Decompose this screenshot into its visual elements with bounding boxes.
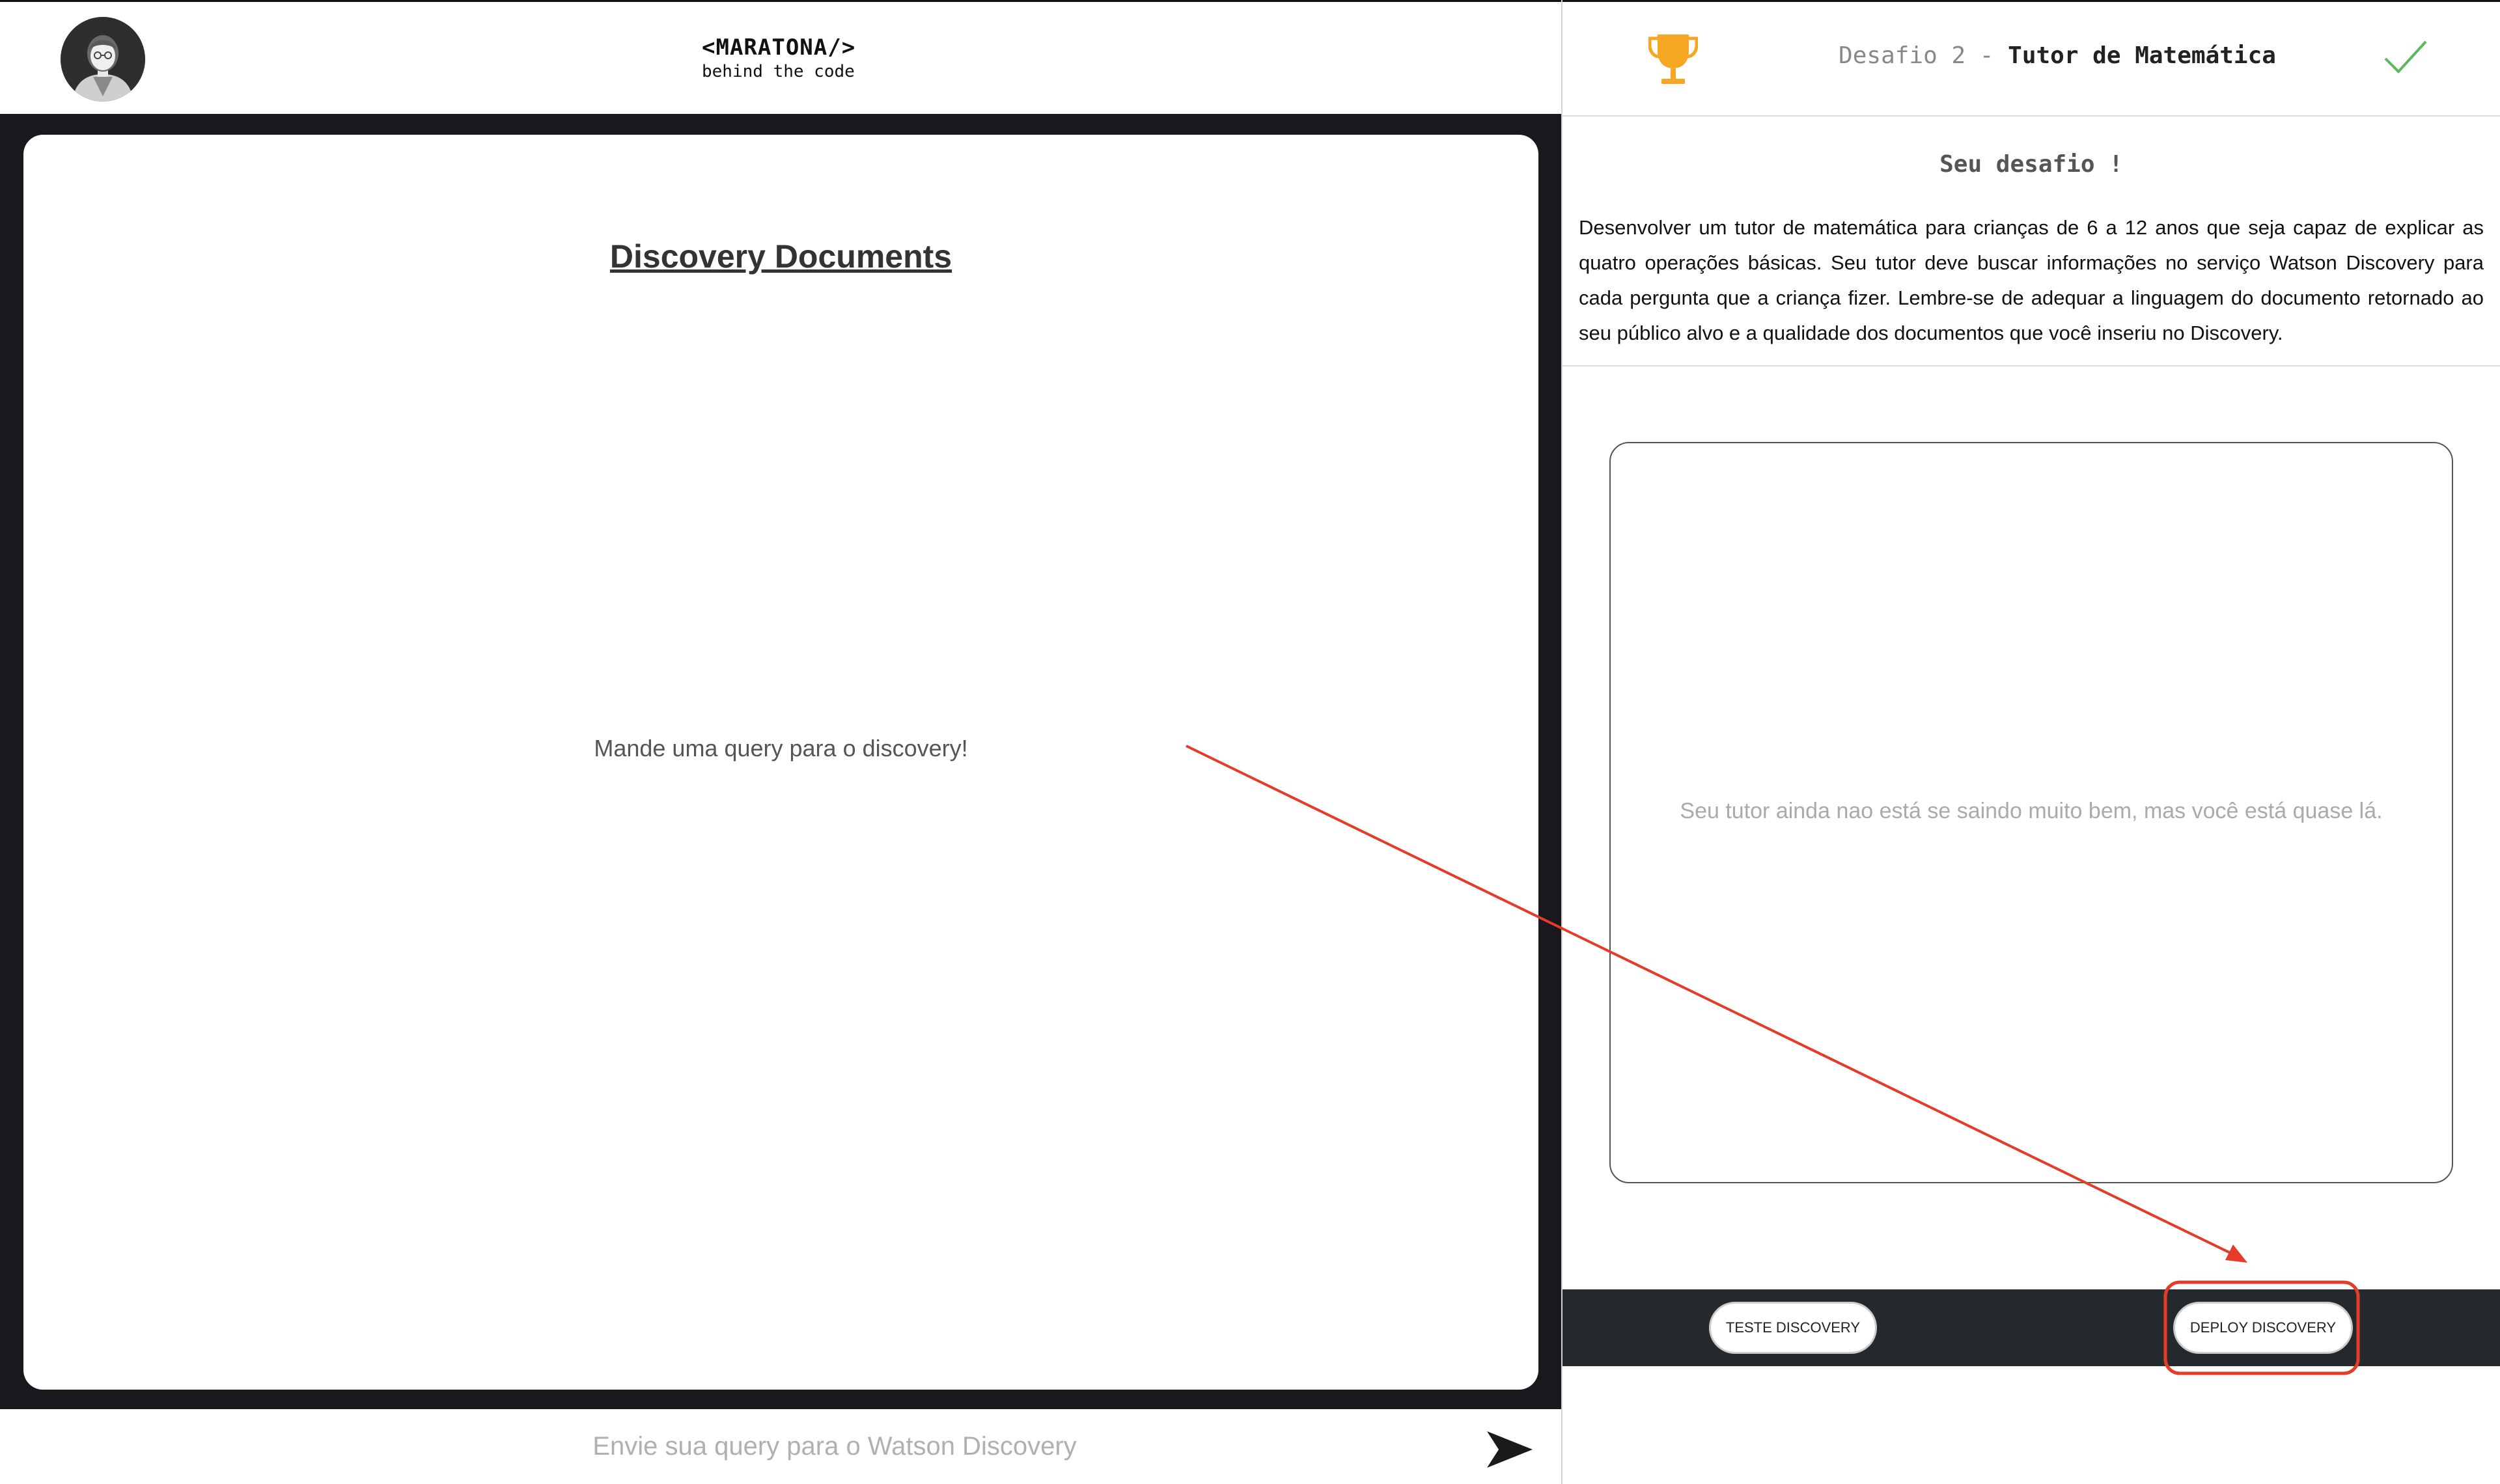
brand-title: <MARATONA/> [702,34,856,61]
challenge-header: Desafio 2 - Tutor de Matemática [1562,2,2500,117]
challenge-separator [1562,365,2500,366]
documents-card: Discovery Documents Mande uma query para… [23,135,1538,1390]
query-bar [0,1409,1561,1484]
left-header: <MARATONA/> behind the code [0,2,1561,114]
deploy-discovery-button[interactable]: DEPLOY DISCOVERY [2173,1302,2353,1354]
result-message: Seu tutor ainda nao está se saindo muito… [1680,799,2383,823]
documents-empty-message: Mande uma query para o discovery! [594,735,968,762]
brand-subtitle: behind the code [702,62,855,81]
check-icon [2384,40,2427,74]
documents-title: Discovery Documents [609,238,952,275]
send-button[interactable] [1486,1430,1534,1469]
challenge-description: Desenvolver um tutor de matemática para … [1579,216,2484,344]
avatar-icon [61,17,145,102]
challenge-title: Desafio 2 - Tutor de Matemática [1823,42,2292,69]
panel-divider [1561,0,1562,1484]
action-bar: TESTE DISCOVERY DEPLOY DISCOVERY [1562,1289,2500,1366]
challenge-heading: Seu desafio ! [1939,151,2123,178]
brand-logo: <MARATONA/> behind the code [702,34,910,81]
challenge-name: Tutor de Matemática [2008,42,2276,69]
test-discovery-button[interactable]: TESTE DISCOVERY [1709,1302,1877,1354]
challenge-number: Desafio 2 - [1839,42,2008,69]
user-avatar[interactable] [61,17,145,102]
trophy-icon [1648,34,1698,84]
documents-frame: Discovery Documents Mande uma query para… [0,114,1561,1409]
send-arrow-icon [1487,1431,1533,1468]
annotation-arrowhead-icon [2225,1244,2247,1263]
result-box: Seu tutor ainda nao está se saindo muito… [1609,442,2453,1183]
query-input[interactable] [195,1425,1474,1468]
